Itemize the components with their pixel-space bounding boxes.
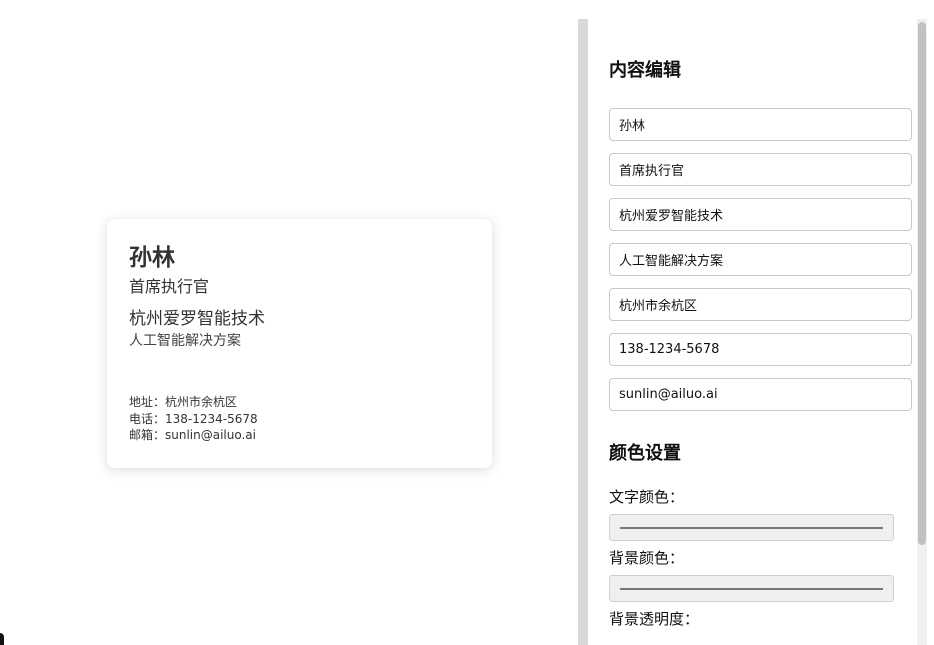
address-input[interactable] <box>609 288 912 321</box>
card-title: 首席执行官 <box>129 277 210 296</box>
bg-color-picker[interactable] <box>609 575 894 602</box>
business-card-preview: 孙林 首席执行官 杭州爱罗智能技术 人工智能解决方案 地址：杭州市余杭区 电话：… <box>107 219 492 468</box>
bg-color-label: 背景颜色： <box>609 549 685 567</box>
company-input[interactable] <box>609 198 912 231</box>
color-settings-heading: 颜色设置 <box>609 443 681 464</box>
editor-panel: 内容编辑 颜色设置 文字颜色： 背景颜色： 背景透明度： <box>588 19 930 645</box>
card-name: 孙林 <box>129 245 175 271</box>
corner-mark <box>0 633 4 645</box>
text-color-picker[interactable] <box>609 514 894 541</box>
card-slogan: 人工智能解决方案 <box>129 333 241 349</box>
card-address: 地址：杭州市余杭区 <box>129 395 238 409</box>
card-company: 杭州爱罗智能技术 <box>129 309 265 329</box>
email-input[interactable] <box>609 378 912 411</box>
bg-opacity-label: 背景透明度： <box>609 610 700 628</box>
card-email: 邮箱：sunlin@ailuo.ai <box>129 428 256 442</box>
name-input[interactable] <box>609 108 912 141</box>
bg-color-swatch-fill <box>620 588 883 590</box>
card-contact-block: 地址：杭州市余杭区 电话：138-1234-5678 邮箱：sunlin@ail… <box>129 394 258 444</box>
content-edit-heading: 内容编辑 <box>609 60 681 81</box>
text-color-swatch-fill <box>620 527 883 529</box>
title-input[interactable] <box>609 153 912 186</box>
slogan-input[interactable] <box>609 243 912 276</box>
panel-divider <box>578 19 588 645</box>
text-color-label: 文字颜色： <box>609 488 685 506</box>
card-phone: 电话：138-1234-5678 <box>129 411 258 426</box>
app-stage: 孙林 首席执行官 杭州爱罗智能技术 人工智能解决方案 地址：杭州市余杭区 电话：… <box>0 0 934 645</box>
phone-input[interactable] <box>609 333 912 366</box>
panel-scrollbar-thumb[interactable] <box>918 22 926 545</box>
